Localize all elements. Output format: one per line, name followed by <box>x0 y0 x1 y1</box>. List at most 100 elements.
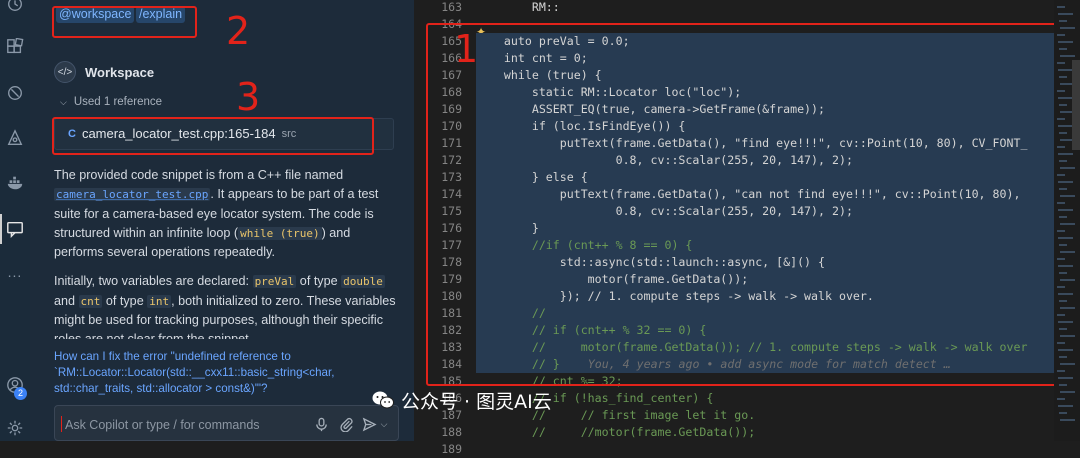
code-line[interactable]: } else { <box>476 169 1056 186</box>
minimap-line <box>1057 370 1065 372</box>
minimap-line <box>1058 209 1073 211</box>
code-line-text: } else { <box>476 170 588 184</box>
microphone-icon[interactable] <box>312 415 330 433</box>
code-line[interactable]: int cnt = 0; <box>476 50 1056 67</box>
minimap-line <box>1057 286 1065 288</box>
code-line-text: }); // 1. compute steps -> walk -> walk … <box>476 289 874 303</box>
send-icon[interactable] <box>360 415 378 433</box>
send-options-chevron-icon[interactable]: ⌵ <box>378 415 390 433</box>
minimap-line <box>1057 146 1065 148</box>
source-control-icon[interactable] <box>5 128 25 148</box>
minimap-line <box>1057 314 1065 316</box>
code-line-text: ASSERT_EQ(true, camera->GetFrame(&frame)… <box>476 102 826 116</box>
attach-paperclip-icon[interactable] <box>337 415 355 433</box>
workspace-avatar: </> <box>54 61 76 83</box>
minimap-line <box>1060 391 1075 393</box>
responder-name: Workspace <box>85 64 155 80</box>
code-line[interactable]: //if (cnt++ % 8 == 0) { <box>476 237 1056 254</box>
code-line[interactable]: } <box>476 220 1056 237</box>
file-link[interactable]: camera_locator_test.cpp <box>54 188 211 202</box>
code-line[interactable]: 0.8, cv::Scalar(255, 20, 147), 2); <box>476 152 1056 169</box>
code-line[interactable]: 0.8, cv::Scalar(255, 20, 147), 2); <box>476 203 1056 220</box>
line-number: 178 <box>441 255 462 269</box>
line-number: 182 <box>441 323 462 337</box>
code-line[interactable]: motor(frame.GetData()); <box>476 271 1056 288</box>
inline-code: preVal <box>252 275 297 289</box>
code-editor[interactable]: 163 164 165 166 167 168 169 170 171 172 173 174 175 1… <box>414 0 1080 456</box>
inline-code: cnt <box>78 294 103 308</box>
minimap-line <box>1057 174 1065 176</box>
minimap-line <box>1057 258 1065 260</box>
line-number: 176 <box>441 221 462 235</box>
inline-code: double <box>341 275 385 289</box>
code-line[interactable]: ASSERT_EQ(true, camera->GetFrame(&frame)… <box>476 101 1056 118</box>
minimap-line <box>1057 202 1065 204</box>
code-line-text: motor(frame.GetData()); <box>476 272 749 286</box>
more-icon[interactable]: ... <box>5 262 25 282</box>
code-line-text: } <box>476 221 539 235</box>
code-line-text: 0.8, cv::Scalar(255, 20, 147), 2); <box>476 153 853 167</box>
used-references-toggle[interactable]: ⌵ Used 1 reference <box>60 96 162 108</box>
minimap-line <box>1059 132 1067 134</box>
minimap-line <box>1060 419 1075 421</box>
minimap-line <box>1059 384 1067 386</box>
wechat-watermark: 公众号 · 图灵AI云 <box>372 388 552 413</box>
followup-suggestion[interactable]: How can I fix the error "undefined refer… <box>54 349 404 396</box>
run-debug-icon[interactable] <box>5 83 25 103</box>
code-line[interactable]: // if (!has_find_center) { <box>476 390 1056 407</box>
code-line[interactable]: // motor(frame.GetData()); // 1. compute… <box>476 339 1056 356</box>
input-caret <box>61 416 62 432</box>
code-area[interactable]: RM:: auto preVal = 0.0; int cnt = 0; whi… <box>476 0 1056 441</box>
minimap-line <box>1060 251 1075 253</box>
code-line[interactable]: RM:: <box>476 0 1056 16</box>
minimap-line <box>1057 90 1065 92</box>
code-line[interactable]: std::async(std::launch::async, [&]() { <box>476 254 1056 271</box>
chat-input[interactable] <box>63 414 307 436</box>
code-line-text: putText(frame.GetData(), "find eye!!!", … <box>476 136 1028 150</box>
code-line[interactable]: static RM::Locator loc("loc"); <box>476 84 1056 101</box>
line-number: 188 <box>441 425 462 439</box>
minimap-line <box>1057 118 1065 120</box>
code-line[interactable]: // //motor(frame.GetData()); <box>476 424 1056 441</box>
minimap-line <box>1058 265 1073 267</box>
minimap-line <box>1058 41 1073 43</box>
chat-icon[interactable] <box>5 219 25 239</box>
code-line[interactable]: // if (cnt++ % 32 == 0) { <box>476 322 1056 339</box>
code-line-text: auto preVal = 0.0; <box>476 34 630 48</box>
code-line[interactable]: if (loc.IsFindEye()) { <box>476 118 1056 135</box>
code-line[interactable]: // cnt %= 32; <box>476 373 1056 390</box>
line-number: 172 <box>441 153 462 167</box>
vertical-scrollbar[interactable] <box>1072 60 1080 150</box>
chat-input-box[interactable]: ⌵ <box>54 405 399 441</box>
inline-code: while (true) <box>238 226 322 240</box>
code-line[interactable]: putText(frame.GetData(), "can not find e… <box>476 186 1056 203</box>
line-number: 173 <box>441 170 462 184</box>
extensions-icon[interactable] <box>5 37 25 57</box>
code-line[interactable]: putText(frame.GetData(), "find eye!!!", … <box>476 135 1056 152</box>
minimap-line <box>1060 55 1075 57</box>
line-number: 181 <box>441 306 462 320</box>
code-line[interactable]: // } You, 4 years ago • add async mode fo… <box>476 356 1056 373</box>
minimap-line <box>1059 412 1067 414</box>
line-number: 179 <box>441 272 462 286</box>
answer-text: of type <box>102 293 148 308</box>
code-line[interactable] <box>476 16 1056 33</box>
code-line[interactable]: auto preVal = 0.0; <box>476 33 1056 50</box>
history-icon[interactable] <box>5 0 25 14</box>
code-line[interactable]: }); // 1. compute steps -> walk -> walk … <box>476 288 1056 305</box>
minimap-line <box>1058 237 1073 239</box>
code-line-text: // //motor(frame.GetData()); <box>476 425 756 439</box>
minimap-line <box>1058 97 1073 99</box>
code-line-text: // motor(frame.GetData()); // 1. compute… <box>476 340 1028 354</box>
minimap-line <box>1060 279 1075 281</box>
settings-icon[interactable] <box>5 418 25 438</box>
code-line[interactable]: // <box>476 305 1056 322</box>
docker-icon[interactable] <box>5 173 25 193</box>
minimap-line <box>1057 62 1065 64</box>
answer-text: The provided code snippet is from a C++ … <box>54 168 344 182</box>
minimap-line <box>1057 34 1065 36</box>
code-line[interactable]: while (true) { <box>476 67 1056 84</box>
line-number: 174 <box>441 187 462 201</box>
code-line[interactable]: // // first image let it go. <box>476 407 1056 424</box>
copilot-chat-panel: @workspace /explain 2 </> Workspace 3 ⌵ U… <box>30 0 414 441</box>
